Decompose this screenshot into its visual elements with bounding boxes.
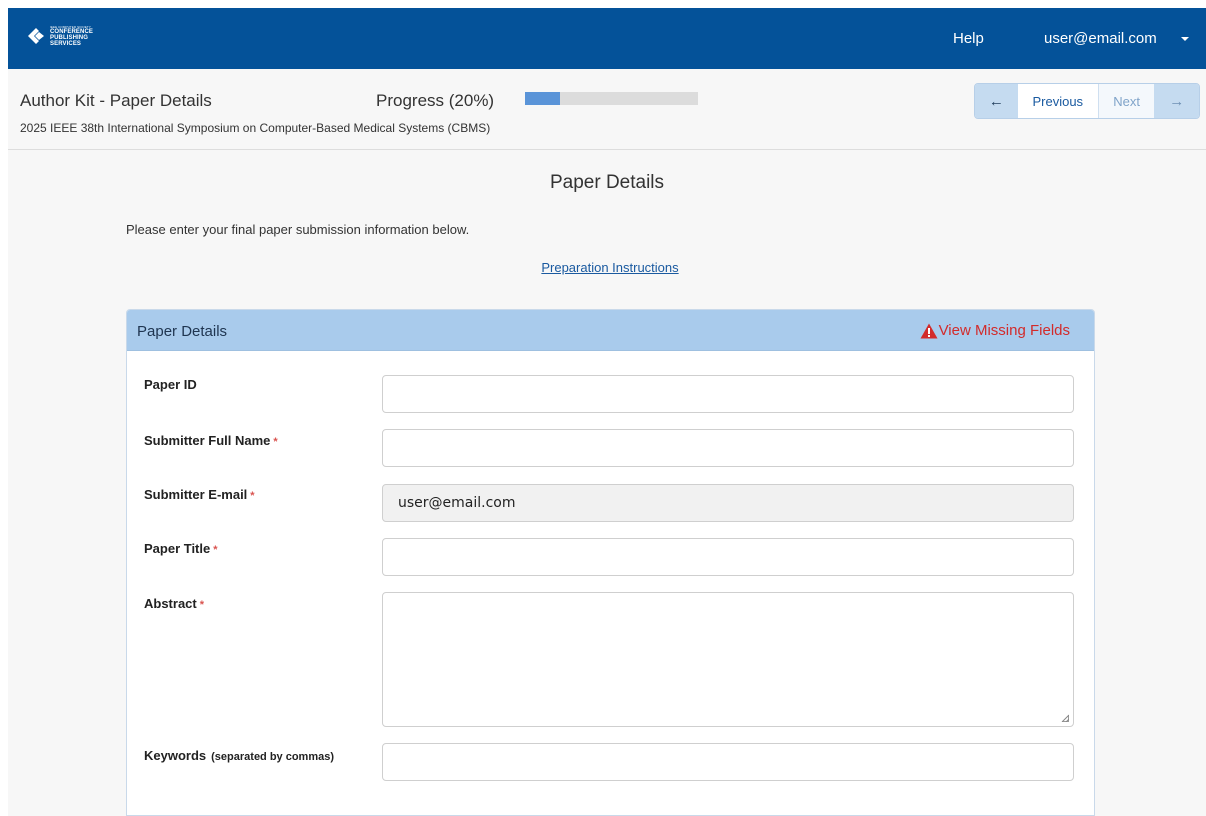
submitter-email-label: Submitter E-mail * — [144, 487, 255, 502]
view-missing-fields-label: View Missing Fields — [938, 322, 1070, 339]
keywords-label-text: Keywords — [144, 748, 207, 763]
top-navbar: IEEE COMPUTER SOCIETY CONFERENCE PUBLISH… — [8, 8, 1206, 69]
next-button[interactable]: Next — [1098, 84, 1155, 118]
panel-header: Paper Details View Missing Fields — [127, 310, 1094, 351]
submitter-name-label-text: Submitter Full Name — [144, 433, 271, 448]
keywords-label: Keywords (separated by commas) — [144, 748, 334, 763]
cps-logo[interactable]: IEEE COMPUTER SOCIETY CONFERENCE PUBLISH… — [25, 25, 93, 47]
arrow-right-icon[interactable]: → — [1154, 84, 1199, 118]
warning-icon — [920, 323, 938, 338]
paper-id-label-text: Paper ID — [144, 377, 197, 392]
submitter-email-label-text: Submitter E-mail — [144, 487, 248, 502]
keywords-note: (separated by commas) — [211, 751, 335, 763]
paper-details-panel: Paper Details View Missing Fields Paper … — [126, 309, 1095, 816]
required-marker: * — [199, 599, 205, 611]
required-marker: * — [273, 436, 278, 448]
paper-title-label-text: Paper Title — [144, 541, 211, 556]
author-kit-title: Author Kit - Paper Details — [20, 91, 212, 110]
intro-text: Please enter your final paper submission… — [126, 222, 470, 237]
help-link[interactable]: Help — [953, 30, 984, 47]
paper-title-label: Paper Title * — [144, 541, 218, 556]
resize-handle-icon[interactable] — [1061, 714, 1069, 722]
previous-button[interactable]: Previous — [1017, 84, 1099, 118]
keywords-input[interactable] — [382, 743, 1074, 781]
page-header: Author Kit - Paper Details 2025 IEEE 38t… — [8, 69, 1206, 150]
submitter-name-input[interactable] — [382, 429, 1074, 467]
logo-line-3: SERVICES — [50, 41, 82, 47]
progress-bar — [525, 92, 698, 105]
chevron-down-icon[interactable] — [1181, 37, 1189, 41]
progress-bar-fill — [525, 92, 560, 105]
abstract-textarea[interactable] — [382, 592, 1074, 727]
required-marker: * — [213, 544, 218, 556]
abstract-label-text: Abstract — [144, 596, 197, 611]
paper-title-input[interactable] — [382, 538, 1074, 576]
progress-label: Progress (20%) — [376, 91, 495, 110]
arrow-left-icon[interactable]: ← — [975, 84, 1018, 118]
page-title: Paper Details — [549, 172, 665, 193]
step-pager: ← Previous Next → — [974, 83, 1200, 119]
required-marker: * — [250, 490, 255, 502]
paper-id-label: Paper ID — [144, 377, 197, 392]
submitter-name-label: Submitter Full Name * — [144, 433, 278, 448]
preparation-instructions-link[interactable]: Preparation Instructions — [8, 260, 1206, 275]
conference-name: 2025 IEEE 38th International Symposium o… — [20, 121, 491, 135]
main-content: Paper Details Please enter your final pa… — [8, 150, 1206, 816]
user-menu[interactable]: user@email.com — [1044, 30, 1157, 47]
submitter-email-input[interactable]: user@email.com — [382, 484, 1074, 522]
logo-diamond-icon — [25, 25, 47, 47]
panel-title: Paper Details — [137, 323, 228, 340]
abstract-label: Abstract * — [144, 596, 204, 611]
view-missing-fields-link[interactable]: View Missing Fields — [920, 322, 1070, 339]
paper-id-input[interactable] — [382, 375, 1074, 413]
